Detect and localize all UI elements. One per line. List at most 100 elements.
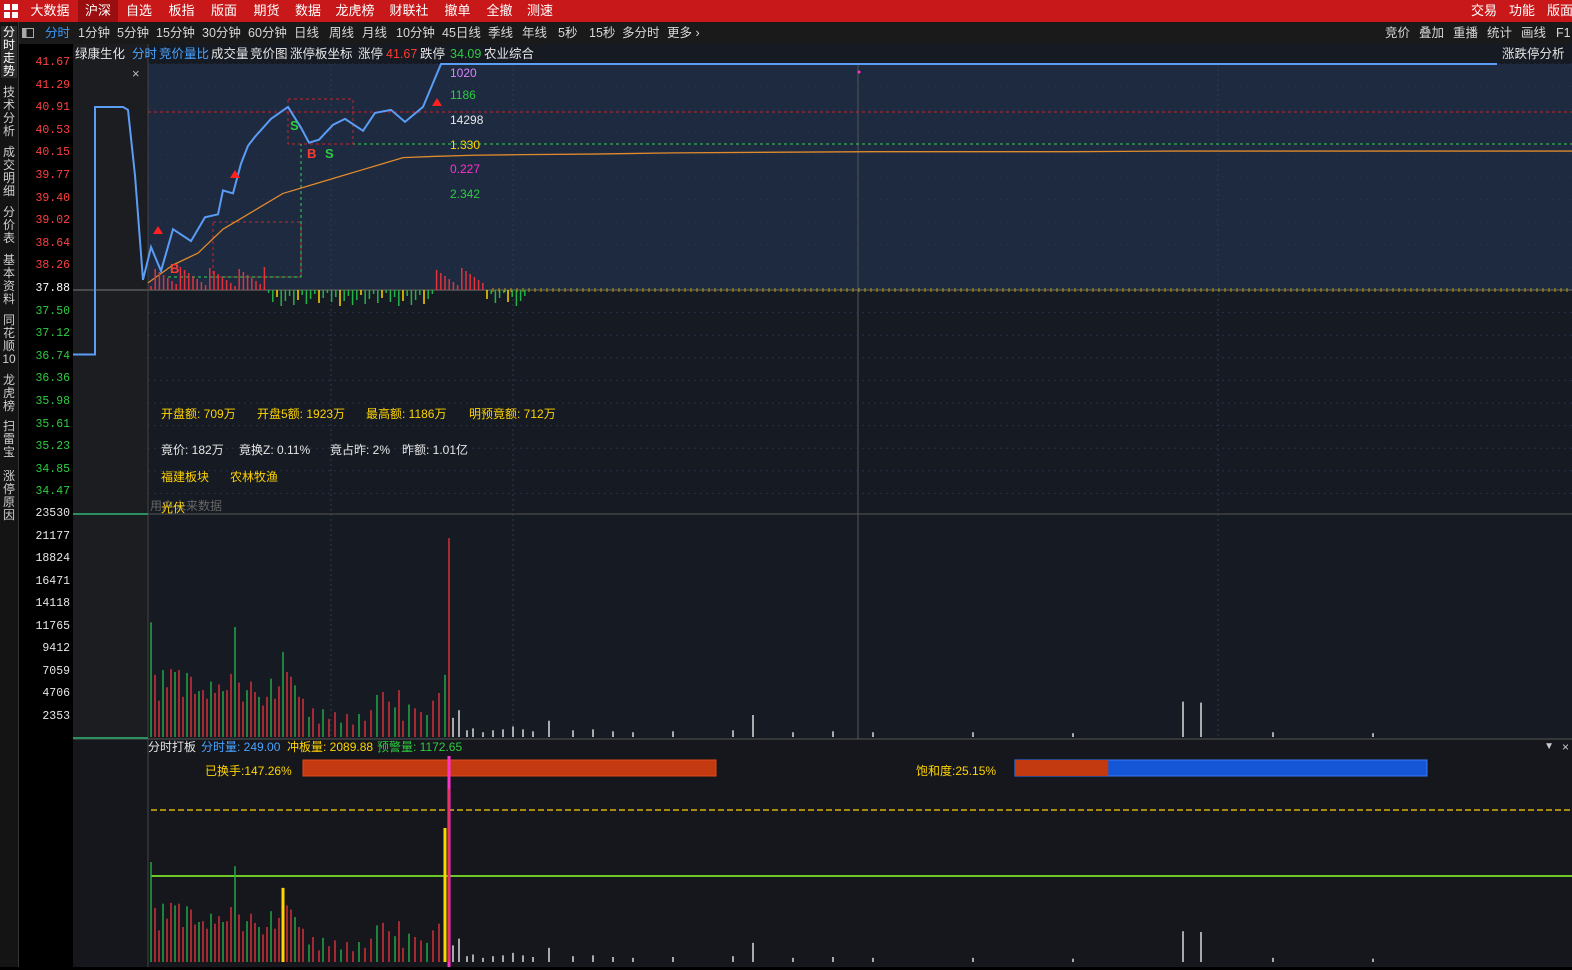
period-tab-1[interactable]: 1分钟 bbox=[78, 22, 110, 44]
sidebar-tab-2[interactable]: 成交明细 bbox=[1, 146, 17, 198]
toolbar-right-3[interactable]: 统计 bbox=[1487, 22, 1512, 44]
menu-item-2[interactable]: 自选 bbox=[118, 0, 160, 22]
menu-item-5[interactable]: 期货 bbox=[245, 0, 288, 22]
close-icon[interactable]: × bbox=[132, 66, 140, 81]
period-tab-2[interactable]: 5分钟 bbox=[117, 22, 149, 44]
period-tab-13[interactable]: 5秒 bbox=[558, 22, 577, 44]
period-tab-4[interactable]: 30分钟 bbox=[202, 22, 241, 44]
period-tab-5[interactable]: 60分钟 bbox=[248, 22, 287, 44]
concept-tag[interactable]: 光伏 bbox=[161, 499, 185, 516]
menu-right-item-1[interactable]: 功能 bbox=[1504, 0, 1540, 22]
period-tab-16[interactable]: 更多 › bbox=[667, 22, 700, 44]
price-tick: 41.67 bbox=[35, 56, 70, 69]
yesterday-amount: 昨额: 1.01亿 bbox=[402, 443, 469, 457]
price-zone-bg bbox=[148, 64, 1572, 289]
volume-toggle[interactable]: 成交量 bbox=[211, 45, 249, 63]
toolbar-right-4[interactable]: 画线 bbox=[1521, 22, 1546, 44]
sidebar-tab-7[interactable]: 扫雷宝 bbox=[1, 420, 17, 459]
period-tab-0[interactable]: 分时 bbox=[45, 22, 70, 44]
price-tick: 41.29 bbox=[35, 78, 70, 92]
period-toolbar: 分时 1分钟 5分钟 15分钟 30分钟 60分钟 日线 周线 月线 10分钟 45日线 季线 年线 5秒… bbox=[0, 22, 1572, 45]
sidebar-tab-8[interactable]: 涨停原因 bbox=[1, 470, 17, 522]
chongban-volume: 冲板量: 2089.88 bbox=[287, 740, 374, 754]
period-tab-9[interactable]: 10分钟 bbox=[396, 22, 435, 44]
volume-tick: 7059 bbox=[42, 664, 70, 678]
price-label-2: 1186 bbox=[450, 88, 476, 102]
price-tick: 40.53 bbox=[35, 123, 70, 137]
menu-item-7[interactable]: 龙虎榜 bbox=[328, 0, 382, 22]
period-tab-7[interactable]: 周线 bbox=[329, 22, 354, 44]
sidebar-tab-0[interactable]: 分时走势 bbox=[1, 26, 17, 78]
mode-label[interactable]: 分时 bbox=[132, 45, 157, 63]
period-tab-8[interactable]: 月线 bbox=[362, 22, 387, 44]
sidebar-tab-1[interactable]: 技术分析 bbox=[1, 86, 17, 138]
turnover-label: 已换手:147.26% bbox=[205, 764, 292, 778]
period-tab-15[interactable]: 多分时 bbox=[622, 22, 660, 44]
limit-analysis-button[interactable]: 涨跌停分析 bbox=[1502, 45, 1565, 63]
period-tab-12[interactable]: 年线 bbox=[522, 22, 547, 44]
menu-item-9[interactable]: 撤单 bbox=[436, 0, 479, 22]
price-tick: 38.26 bbox=[35, 259, 70, 273]
yujing-volume: 预警量: 1172.65 bbox=[377, 740, 463, 754]
price-tick: 35.23 bbox=[35, 440, 70, 454]
auction-turnover: 竟换Z: 0.11% bbox=[239, 443, 311, 457]
close-panel-icon[interactable]: × bbox=[1562, 739, 1569, 755]
sell-marker: S bbox=[325, 146, 334, 161]
open-amount: 开盘额: 709万 bbox=[161, 407, 236, 421]
menu-item-6[interactable]: 数据 bbox=[288, 0, 328, 22]
price-tick: 35.98 bbox=[35, 395, 70, 408]
bottom-panel-header: 分时打板 分时量: 249.00 冲板量: 2089.88 预警量: 1172.… bbox=[148, 739, 1572, 755]
left-sidebar: 分时走势技术分析成交明细分价表基本资料同花顺10 龙虎榜扫雷宝涨停原因 bbox=[0, 22, 19, 967]
limit-coord-toggle[interactable]: 涨停板坐标 bbox=[290, 45, 353, 63]
period-tab-10[interactable]: 45日线 bbox=[442, 22, 481, 44]
menu-item-11[interactable]: 测速 bbox=[520, 0, 560, 22]
toolbar-right-5[interactable]: F1 bbox=[1556, 22, 1571, 44]
volume-tick: 21177 bbox=[35, 529, 70, 543]
turnover-bar bbox=[302, 759, 717, 777]
limit-down-label: 跌停 bbox=[420, 47, 446, 61]
menu-right-item-0[interactable]: 交易 bbox=[1466, 0, 1502, 22]
auction-chart-toggle[interactable]: 竞价图 bbox=[250, 45, 288, 63]
price-tick: 35.61 bbox=[35, 417, 70, 431]
toolbar-right-1[interactable]: 叠加 bbox=[1419, 22, 1444, 44]
price-axis: 41.67 41.29 40.91 40.53 40.15 39.77 39.40 39.02… bbox=[19, 44, 73, 967]
auction-bg bbox=[73, 44, 148, 739]
period-tab-3[interactable]: 15分钟 bbox=[156, 22, 195, 44]
toolbar-right-0[interactable]: 竞价 bbox=[1385, 22, 1410, 44]
panel-toggle-icon[interactable] bbox=[22, 22, 36, 44]
industry-tag[interactable]: 农林牧渔 bbox=[230, 468, 278, 485]
volume-tick: 14118 bbox=[35, 597, 70, 610]
menu-item-8[interactable]: 财联社 bbox=[382, 0, 436, 22]
price-tick: 36.74 bbox=[35, 349, 70, 363]
volume-tick: 18824 bbox=[35, 552, 70, 565]
grid-menu-icon[interactable] bbox=[2, 0, 20, 22]
sector-tag[interactable]: 福建板块 bbox=[161, 468, 209, 485]
price-label-1: 1020 bbox=[450, 66, 477, 80]
buy-marker: B bbox=[170, 261, 180, 276]
auction-ratio: 竟占昨: 2% bbox=[330, 443, 391, 457]
menu-item-10[interactable]: 全撤 bbox=[479, 0, 520, 22]
menu-item-4[interactable]: 版面 bbox=[203, 0, 245, 22]
sidebar-tab-5[interactable]: 同花顺10 bbox=[1, 314, 17, 366]
period-tab-14[interactable]: 15秒 bbox=[589, 22, 615, 44]
indicator-label[interactable]: 竞价量比 bbox=[159, 45, 209, 63]
panel-title[interactable]: 分时打板 bbox=[148, 739, 196, 755]
period-tab-6[interactable]: 日线 bbox=[294, 22, 319, 44]
sidebar-tab-4[interactable]: 基本资料 bbox=[1, 254, 17, 306]
sell-marker: S bbox=[290, 118, 299, 133]
sidebar-tab-6[interactable]: 龙虎榜 bbox=[1, 374, 17, 413]
dropdown-icon[interactable]: ▼ bbox=[1544, 739, 1554, 755]
menu-item-3[interactable]: 板指 bbox=[160, 0, 203, 22]
period-tab-11[interactable]: 季线 bbox=[488, 22, 513, 44]
price-tick: 36.36 bbox=[35, 372, 70, 386]
menu-item-1[interactable]: 沪深 bbox=[78, 0, 118, 22]
menu-right-item-2[interactable]: 版面 bbox=[1542, 0, 1572, 22]
sidebar-tab-3[interactable]: 分价表 bbox=[1, 206, 17, 245]
menu-item-0[interactable]: 大数据 bbox=[22, 0, 78, 22]
sector-label[interactable]: 农业综合 bbox=[484, 45, 534, 63]
chart-area[interactable] bbox=[73, 44, 1572, 967]
toolbar-right-2[interactable]: 重播 bbox=[1453, 22, 1478, 44]
intraday-chart[interactable] bbox=[73, 44, 1572, 967]
price-tick: 37.88 bbox=[35, 282, 70, 295]
volume-tick: 9412 bbox=[42, 642, 70, 655]
